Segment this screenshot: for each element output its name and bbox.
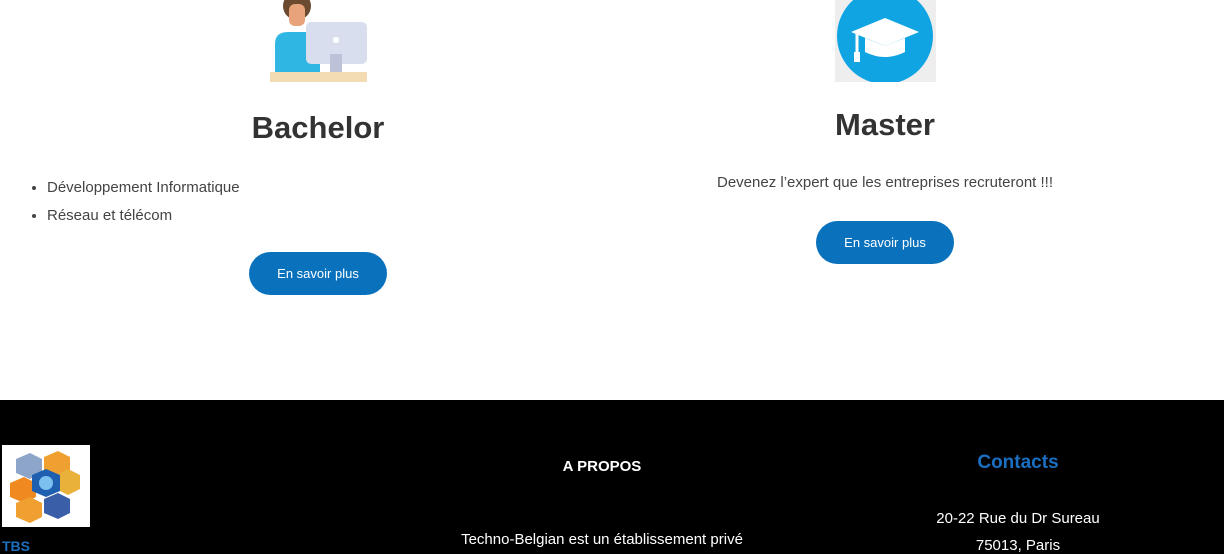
bachelor-title: Bachelor: [251, 110, 385, 145]
master-description: Devenez l’expert que les entreprises rec…: [717, 174, 1053, 191]
about-text: Techno-Belgian est un établissement priv…: [461, 531, 743, 548]
bachelor-learn-more-button[interactable]: En savoir plus: [249, 252, 387, 295]
tbs-logo-icon[interactable]: [2, 445, 90, 527]
about-heading: A PROPOS: [562, 458, 642, 475]
contacts-heading: Contacts: [977, 452, 1059, 473]
brand-name-link[interactable]: TBS: [2, 538, 30, 554]
bachelor-illustration-icon: [270, 0, 367, 82]
master-title: Master: [835, 107, 935, 142]
contact-address-line2: 75013, Paris: [975, 537, 1061, 554]
list-item: Développement Informatique: [47, 174, 240, 202]
bachelor-course-list: Développement Informatique Réseau et tél…: [26, 174, 240, 230]
contact-address-line1: 20-22 Rue du Dr Sureau: [936, 510, 1100, 527]
list-item: Réseau et télécom: [47, 202, 240, 230]
graduation-cap-icon: [835, 0, 936, 84]
master-learn-more-button[interactable]: En savoir plus: [816, 221, 954, 264]
footer: TBS A PROPOS Techno-Belgian est un établ…: [0, 400, 1224, 554]
